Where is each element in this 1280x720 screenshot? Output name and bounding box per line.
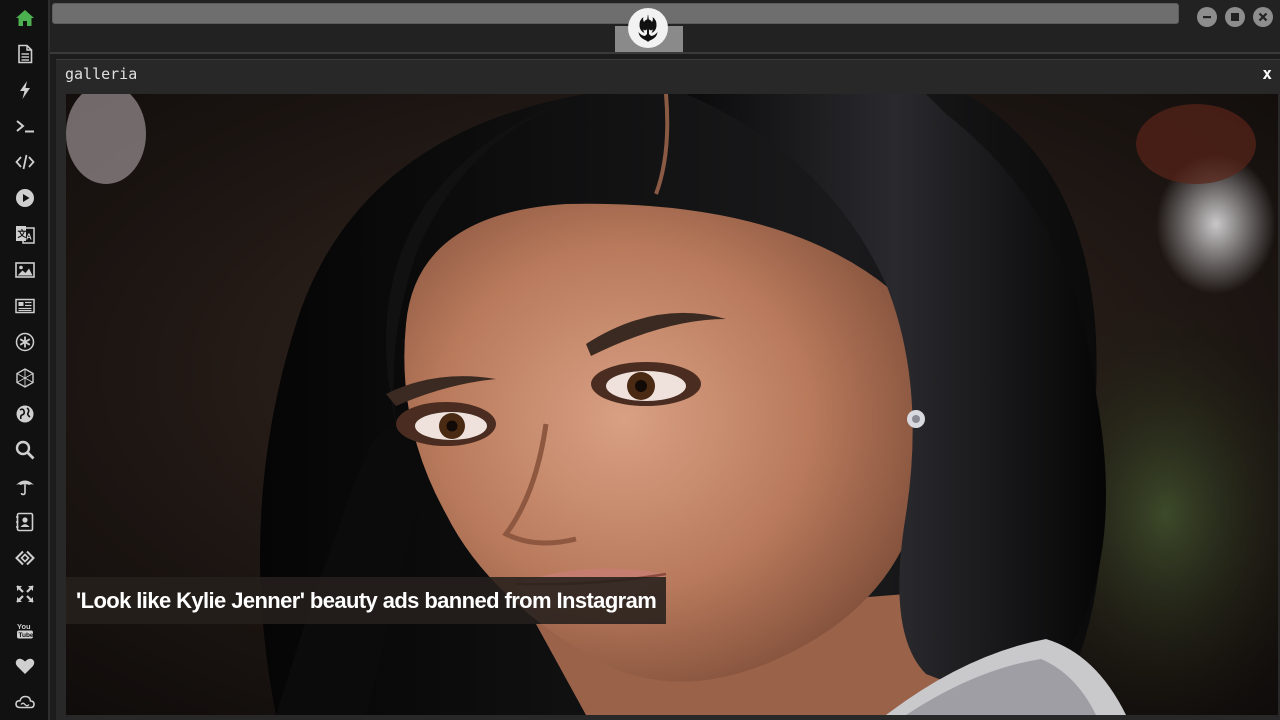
terminal-icon[interactable] <box>13 114 37 138</box>
search-icon[interactable] <box>13 438 37 462</box>
asterisk-icon[interactable] <box>13 330 37 354</box>
lightning-icon[interactable] <box>13 78 37 102</box>
contact-card-icon[interactable] <box>13 510 37 534</box>
svg-text:You: You <box>17 622 31 631</box>
translate-icon[interactable]: 文A <box>13 222 37 246</box>
svg-text:A: A <box>26 233 32 242</box>
heart-icon[interactable] <box>13 654 37 678</box>
svg-text:Tube: Tube <box>19 632 34 639</box>
panel-title: galleria <box>65 65 138 83</box>
youtube-icon[interactable]: You Tube <box>13 618 37 642</box>
top-bar-divider <box>50 52 1280 54</box>
diamond-code-icon[interactable] <box>13 546 37 570</box>
globe-icon[interactable] <box>13 402 37 426</box>
home-icon[interactable] <box>13 6 37 30</box>
image-icon[interactable] <box>13 258 37 282</box>
play-icon[interactable] <box>13 186 37 210</box>
minimize-button[interactable] <box>1197 7 1217 27</box>
close-window-button[interactable] <box>1253 7 1273 27</box>
maximize-button[interactable] <box>1225 7 1245 27</box>
close-icon <box>1258 12 1268 22</box>
cloud-icon[interactable] <box>13 690 37 714</box>
expand-icon[interactable] <box>13 582 37 606</box>
hexagon-icon[interactable] <box>13 366 37 390</box>
sidebar: 文A You Tube <box>0 0 50 720</box>
umbrella-icon[interactable] <box>13 474 37 498</box>
maximize-icon <box>1231 13 1239 21</box>
document-icon[interactable] <box>13 42 37 66</box>
minimize-icon <box>1203 16 1211 19</box>
top-bar <box>50 0 1280 54</box>
gallery-panel: galleria x 'Look like Kylie Jenner' beau… <box>56 59 1280 720</box>
panel-close-button[interactable]: x <box>1262 64 1272 83</box>
newspaper-icon[interactable] <box>13 294 37 318</box>
rebel-alliance-icon[interactable] <box>628 8 668 48</box>
address-bar[interactable] <box>52 3 1179 24</box>
code-icon[interactable] <box>13 150 37 174</box>
image-caption: 'Look like Kylie Jenner' beauty ads bann… <box>66 577 667 624</box>
